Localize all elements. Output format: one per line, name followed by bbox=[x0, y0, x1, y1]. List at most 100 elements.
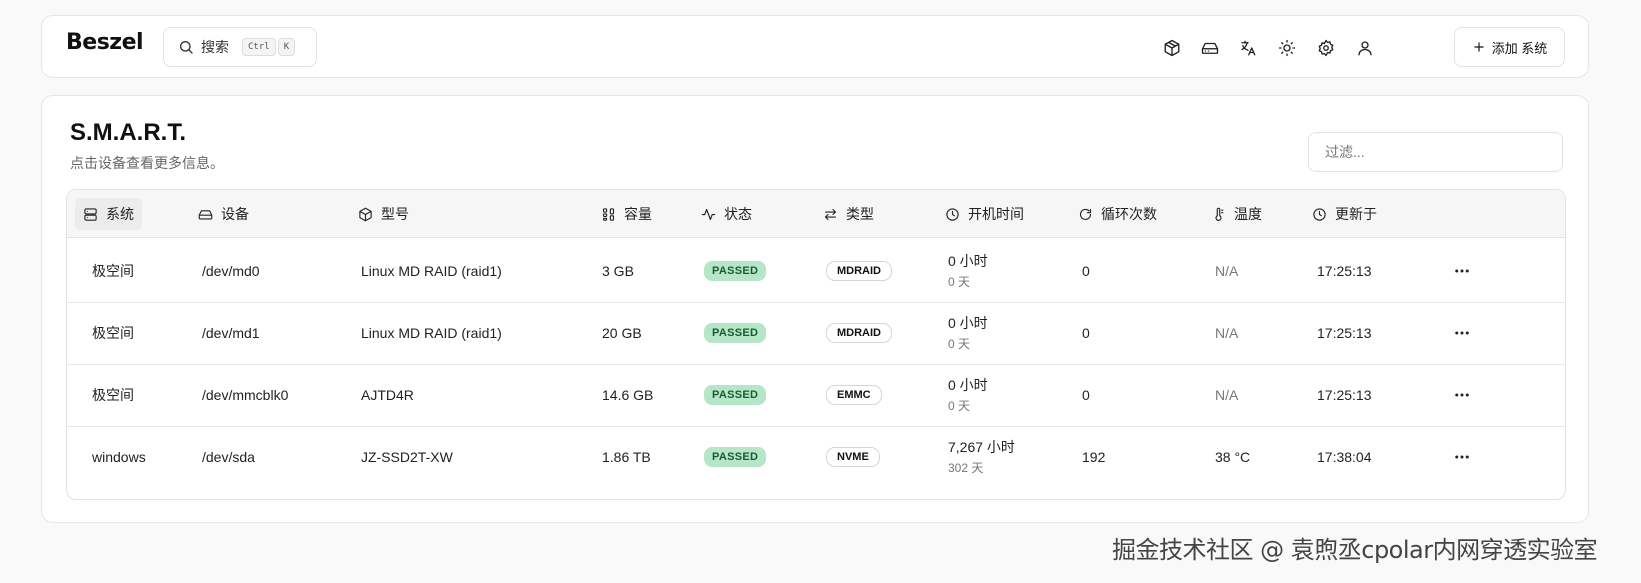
filter-input[interactable] bbox=[1308, 132, 1563, 172]
cell-uptime: 0 小时 0 天 bbox=[948, 362, 988, 427]
search-shortcut: Ctrl K bbox=[242, 38, 296, 56]
type-badge: NVME bbox=[826, 446, 880, 467]
sun-icon bbox=[1278, 39, 1296, 57]
containers-button[interactable] bbox=[1156, 32, 1188, 64]
status-badge: PASSED bbox=[704, 260, 767, 281]
row-actions-button[interactable] bbox=[1453, 238, 1471, 303]
search-icon bbox=[180, 41, 193, 54]
column-header-status[interactable]: 状态 bbox=[701, 190, 752, 238]
column-header-cycles[interactable]: 循环次数 bbox=[1078, 190, 1157, 238]
cell-model: Linux MD RAID (raid1) bbox=[361, 324, 502, 341]
type-badge: EMMC bbox=[826, 384, 882, 405]
cell-temperature: N/A bbox=[1215, 262, 1239, 279]
cell-model: Linux MD RAID (raid1) bbox=[361, 262, 502, 279]
smart-card: S.M.A.R.T. 点击设备查看更多信息。 系统 设备 型号 容量 状态 bbox=[41, 95, 1589, 523]
cell-capacity: 20 GB bbox=[602, 324, 642, 341]
column-label: 开机时间 bbox=[968, 206, 1024, 222]
cell-type: NVME bbox=[826, 424, 880, 489]
table-row[interactable]: windows /dev/sda JZ-SSD2T-XW 1.86 TB PAS… bbox=[67, 424, 1565, 489]
cell-capacity: 1.86 TB bbox=[602, 448, 651, 465]
cell-device: /dev/md0 bbox=[202, 262, 260, 279]
status-badge: PASSED bbox=[704, 384, 767, 405]
arrows-left-right-icon bbox=[824, 208, 837, 220]
app-logo[interactable]: Beszel bbox=[66, 30, 144, 55]
column-header-capacity[interactable]: 容量 bbox=[601, 190, 652, 238]
cell-type: EMMC bbox=[826, 362, 882, 427]
cube-icon bbox=[1164, 39, 1180, 57]
column-header-device[interactable]: 设备 bbox=[198, 190, 249, 238]
column-label: 系统 bbox=[106, 206, 134, 222]
cell-temperature: N/A bbox=[1215, 386, 1239, 403]
add-system-button[interactable]: 添加 系统 bbox=[1454, 27, 1565, 67]
column-header-uptime[interactable]: 开机时间 bbox=[945, 190, 1024, 238]
cell-cycles: 0 bbox=[1082, 324, 1090, 341]
cell-updated: 17:38:04 bbox=[1317, 448, 1372, 465]
uptime-days: 0 天 bbox=[948, 399, 971, 413]
cell-system: 极空间 bbox=[92, 386, 134, 403]
uptime-hours: 7,267 小时 bbox=[948, 439, 1015, 455]
capacity-icon bbox=[602, 207, 615, 221]
hard-drive-icon bbox=[198, 209, 213, 219]
refresh-icon bbox=[1080, 208, 1092, 220]
more-horizontal-icon bbox=[1455, 269, 1469, 272]
cell-system: 极空间 bbox=[92, 324, 134, 341]
column-header-model[interactable]: 型号 bbox=[358, 190, 409, 238]
table-row[interactable]: 极空间 /dev/md1 Linux MD RAID (raid1) 20 GB… bbox=[67, 300, 1565, 365]
kbd-k: K bbox=[277, 38, 296, 56]
cell-model: JZ-SSD2T-XW bbox=[361, 448, 453, 465]
cube-icon bbox=[359, 207, 372, 221]
cell-uptime: 0 小时 0 天 bbox=[948, 238, 988, 303]
uptime-days: 0 天 bbox=[948, 337, 971, 351]
cell-cycles: 0 bbox=[1082, 262, 1090, 279]
server-icon bbox=[84, 207, 97, 221]
cell-updated: 17:25:13 bbox=[1317, 386, 1372, 403]
table-header: 系统 设备 型号 容量 状态 类型 开机时间 循环次数 温度 更新于 bbox=[67, 190, 1565, 238]
theme-toggle-button[interactable] bbox=[1271, 32, 1303, 64]
uptime-days: 302 天 bbox=[948, 461, 984, 475]
cell-temperature: N/A bbox=[1215, 324, 1239, 341]
watermark: 掘金技术社区 @ 袁煦丞cpolar内网穿透实验室 bbox=[1112, 536, 1598, 564]
table-row[interactable]: 极空间 /dev/mmcblk0 AJTD4R 14.6 GB PASSED E… bbox=[67, 362, 1565, 427]
uptime-hours: 0 小时 bbox=[948, 377, 988, 393]
search-button[interactable]: 搜索 Ctrl K bbox=[163, 27, 317, 67]
page-subtitle: 点击设备查看更多信息。 bbox=[70, 155, 224, 171]
row-actions-button[interactable] bbox=[1453, 424, 1471, 489]
status-badge: PASSED bbox=[704, 322, 767, 343]
plus-icon bbox=[1474, 42, 1484, 52]
cell-cycles: 192 bbox=[1082, 448, 1106, 465]
cell-status: PASSED bbox=[704, 424, 767, 489]
column-label: 设备 bbox=[221, 206, 249, 222]
uptime-days: 0 天 bbox=[948, 275, 971, 289]
cell-system: windows bbox=[92, 448, 146, 465]
column-label: 型号 bbox=[381, 206, 409, 222]
column-header-type[interactable]: 类型 bbox=[823, 190, 874, 238]
uptime-hours: 0 小时 bbox=[948, 253, 988, 269]
cell-updated: 17:25:13 bbox=[1317, 262, 1372, 279]
user-menu-button[interactable] bbox=[1349, 32, 1381, 64]
cell-type: MDRAID bbox=[826, 300, 892, 365]
cell-model: AJTD4R bbox=[361, 386, 414, 403]
column-header-updated[interactable]: 更新于 bbox=[1312, 190, 1377, 238]
column-header-temperature[interactable]: 温度 bbox=[1211, 190, 1262, 238]
page-title: S.M.A.R.T. bbox=[70, 119, 187, 146]
cell-uptime: 0 小时 0 天 bbox=[948, 300, 988, 365]
add-system-label: 添加 系统 bbox=[1491, 40, 1548, 56]
column-header-system[interactable]: 系统 bbox=[75, 198, 142, 230]
settings-button[interactable] bbox=[1310, 32, 1342, 64]
user-icon bbox=[1358, 41, 1372, 56]
cell-type: MDRAID bbox=[826, 238, 892, 303]
activity-icon bbox=[701, 208, 716, 220]
cell-device: /dev/mmcblk0 bbox=[202, 386, 289, 403]
clock-icon bbox=[946, 207, 959, 221]
language-button[interactable] bbox=[1232, 32, 1264, 64]
more-horizontal-icon bbox=[1455, 393, 1469, 396]
row-actions-button[interactable] bbox=[1453, 300, 1471, 365]
more-horizontal-icon bbox=[1455, 331, 1469, 334]
table-row[interactable]: 极空间 /dev/md0 Linux MD RAID (raid1) 3 GB … bbox=[67, 238, 1565, 303]
column-label: 循环次数 bbox=[1101, 206, 1157, 222]
more-horizontal-icon bbox=[1455, 455, 1469, 458]
smart-button[interactable] bbox=[1194, 32, 1226, 64]
cell-capacity: 3 GB bbox=[602, 262, 634, 279]
gear-icon bbox=[1318, 39, 1334, 57]
row-actions-button[interactable] bbox=[1453, 362, 1471, 427]
